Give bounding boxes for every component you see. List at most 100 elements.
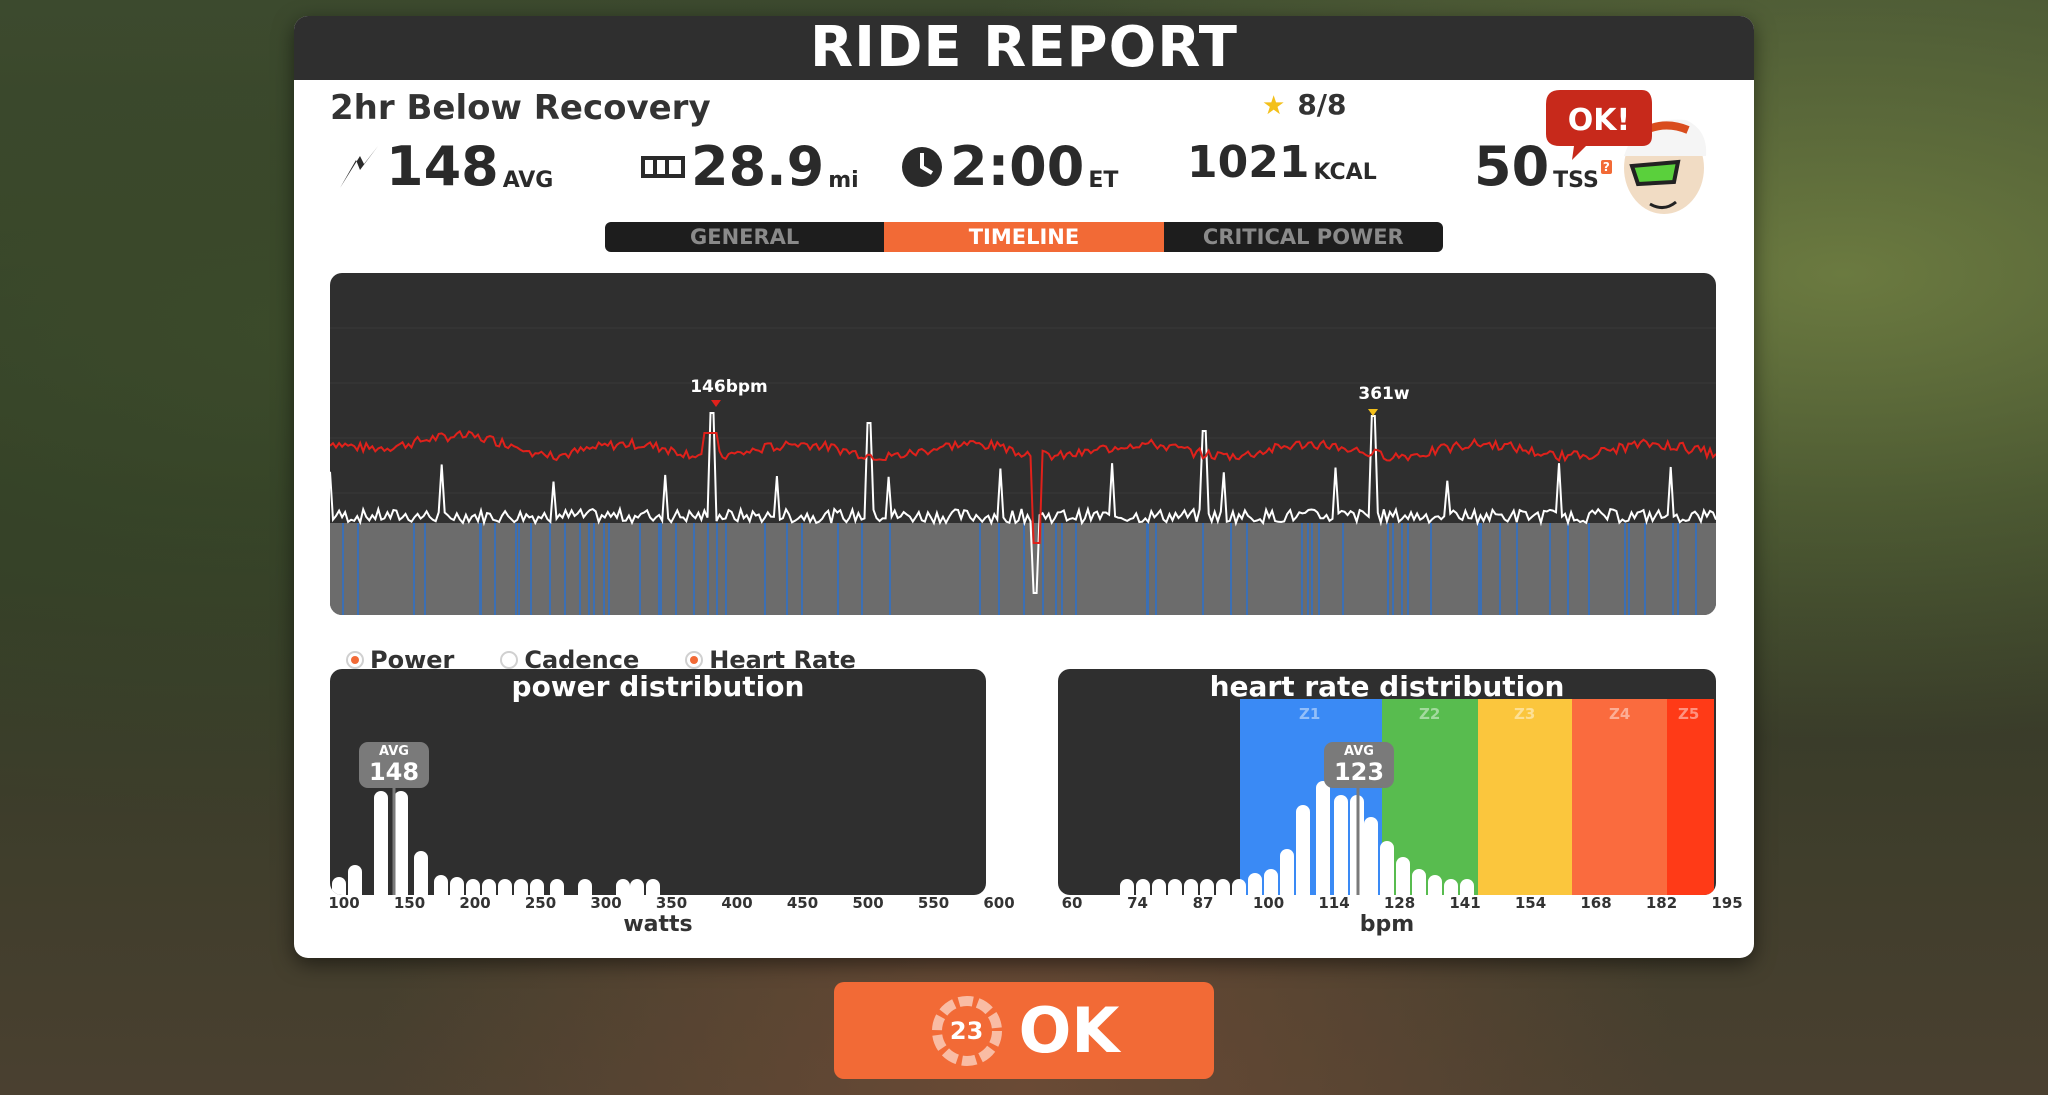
hr-peak-marker: [711, 400, 721, 407]
workout-rating: ★ 8/8: [1262, 88, 1347, 121]
hr-x-axis-label: bpm: [1359, 912, 1415, 937]
histogram-bar: [578, 879, 592, 895]
histogram-bar: [450, 877, 464, 895]
cadence-radio[interactable]: [500, 651, 519, 669]
axis-tick: 400: [721, 894, 753, 912]
hr-x-axis: 60 74 87 100 114 128 141 154 168 182 195: [1058, 894, 1743, 914]
histogram-bar: [514, 879, 528, 895]
axis-tick: 195: [1711, 894, 1743, 912]
workout-name: 2hr Below Recovery: [330, 88, 711, 128]
tab-timeline[interactable]: TIMELINE: [884, 222, 1164, 252]
axis-tick: 182: [1645, 894, 1678, 912]
axis-tick: 128: [1383, 894, 1416, 912]
histogram-bar: [1136, 879, 1150, 895]
power-radio[interactable]: [346, 651, 364, 669]
histogram-bar: [1364, 817, 1378, 895]
calories-value: 1021: [1187, 137, 1310, 188]
histogram-bar: [646, 879, 660, 895]
histogram-bar: [1280, 849, 1294, 895]
histogram-bar: [1334, 795, 1348, 895]
axis-tick: 100: [1252, 894, 1285, 912]
mascot-speech: OK!: [1568, 103, 1630, 138]
histogram-bar: [482, 879, 496, 895]
power-avg-badge: AVG 148: [359, 742, 429, 788]
ok-label: OK: [1018, 994, 1120, 1067]
elapsed-time-value: 2:00: [950, 135, 1085, 198]
odometer-icon: [641, 156, 685, 178]
power-peak-label: 361w: [1358, 384, 1409, 404]
histogram-bar: [1316, 781, 1330, 895]
calories-stat: 1021 KCAL: [1187, 140, 1377, 186]
histogram-bar: [1216, 879, 1230, 895]
power-x-axis-label: watts: [623, 912, 693, 937]
axis-tick: 600: [983, 894, 1015, 912]
tab-general[interactable]: GENERAL: [605, 222, 884, 252]
axis-tick: 300: [590, 894, 622, 912]
axis-tick: 100: [328, 894, 360, 912]
axis-tick: 450: [786, 894, 819, 912]
heart-rate-distribution-chart: heart rate distribution Z1 Z2 Z3 Z4 Z5 A…: [1058, 669, 1716, 895]
timeline-svg: 146bpm 361w: [330, 327, 1716, 615]
power-distribution-chart: power distribution AVG 148: [330, 669, 986, 895]
histogram-bar: [348, 865, 362, 895]
avg-power-stat: 148 AVG: [338, 140, 553, 194]
histogram-bar: [530, 879, 544, 895]
power-avg-value: 148: [368, 758, 420, 786]
histogram-bar: [550, 879, 564, 895]
axis-tick: 141: [1449, 894, 1481, 912]
histogram-bar: [616, 879, 630, 895]
histogram-bar: [1152, 879, 1166, 895]
power-x-axis: 100 150 200 250 300 350 400 450 500 550 600: [328, 894, 1014, 914]
distance-stat: 28.9 mi: [641, 140, 859, 194]
axis-tick: 60: [1061, 894, 1083, 912]
mascot-avatar: OK!: [1546, 90, 1707, 214]
axis-tick: 550: [917, 894, 950, 912]
avg-power-value: 148: [386, 135, 499, 198]
power-peak-marker: [1368, 409, 1378, 416]
histogram-bar: [374, 791, 388, 895]
histogram-bar: [1248, 873, 1262, 895]
hr-avg-badge: AVG 123: [1324, 742, 1394, 788]
histogram-bar: [1396, 857, 1410, 895]
hr-avg-value: 123: [1333, 758, 1385, 786]
histogram-bar: [1120, 879, 1134, 895]
avg-power-unit: AVG: [502, 168, 554, 193]
axis-tick: 154: [1514, 894, 1547, 912]
rating-value: 8/8: [1297, 88, 1347, 121]
axis-tick: 74: [1127, 894, 1148, 912]
axis-tick: 350: [655, 894, 688, 912]
histogram-bar: [414, 851, 428, 895]
heart-rate-radio[interactable]: [685, 651, 704, 669]
axis-tick: 250: [524, 894, 557, 912]
clock-icon: [902, 147, 942, 187]
countdown-timer: 23: [929, 993, 1005, 1069]
distance-unit: mi: [828, 168, 859, 193]
ok-button[interactable]: 23 OK: [834, 982, 1214, 1079]
hr-peak-label: 146bpm: [690, 377, 768, 397]
ride-report-panel: RIDE REPORT 2hr Below Recovery ★ 8/8 148 …: [294, 16, 1754, 958]
tss-value: 50: [1474, 135, 1550, 198]
star-icon: ★: [1262, 91, 1286, 121]
distance-value: 28.9: [691, 135, 825, 198]
axis-tick: 168: [1580, 894, 1612, 912]
histogram-bar: [1184, 879, 1198, 895]
timeline-chart[interactable]: 146bpm 361w: [330, 273, 1716, 615]
histogram-bar: [466, 879, 480, 895]
elapsed-time-unit: ET: [1088, 168, 1119, 193]
histogram-bar: [434, 875, 448, 895]
histogram-bar: [1444, 879, 1458, 895]
power-distribution-title: power distribution: [511, 670, 805, 703]
histogram-bar: [1380, 841, 1394, 895]
histogram-bar: [1200, 879, 1214, 895]
histogram-bar: [332, 877, 346, 895]
axis-tick: 114: [1318, 894, 1350, 912]
axis-tick: 500: [852, 894, 884, 912]
tab-critical-power[interactable]: CRITICAL POWER: [1164, 222, 1443, 252]
countdown-value: 23: [949, 1016, 984, 1045]
histogram-bar: [394, 791, 408, 895]
histogram-bar: [1232, 879, 1246, 895]
histogram-bar: [1428, 875, 1442, 895]
axis-tick: 200: [459, 894, 491, 912]
axis-tick: 87: [1192, 894, 1214, 912]
calories-unit: KCAL: [1313, 160, 1377, 185]
